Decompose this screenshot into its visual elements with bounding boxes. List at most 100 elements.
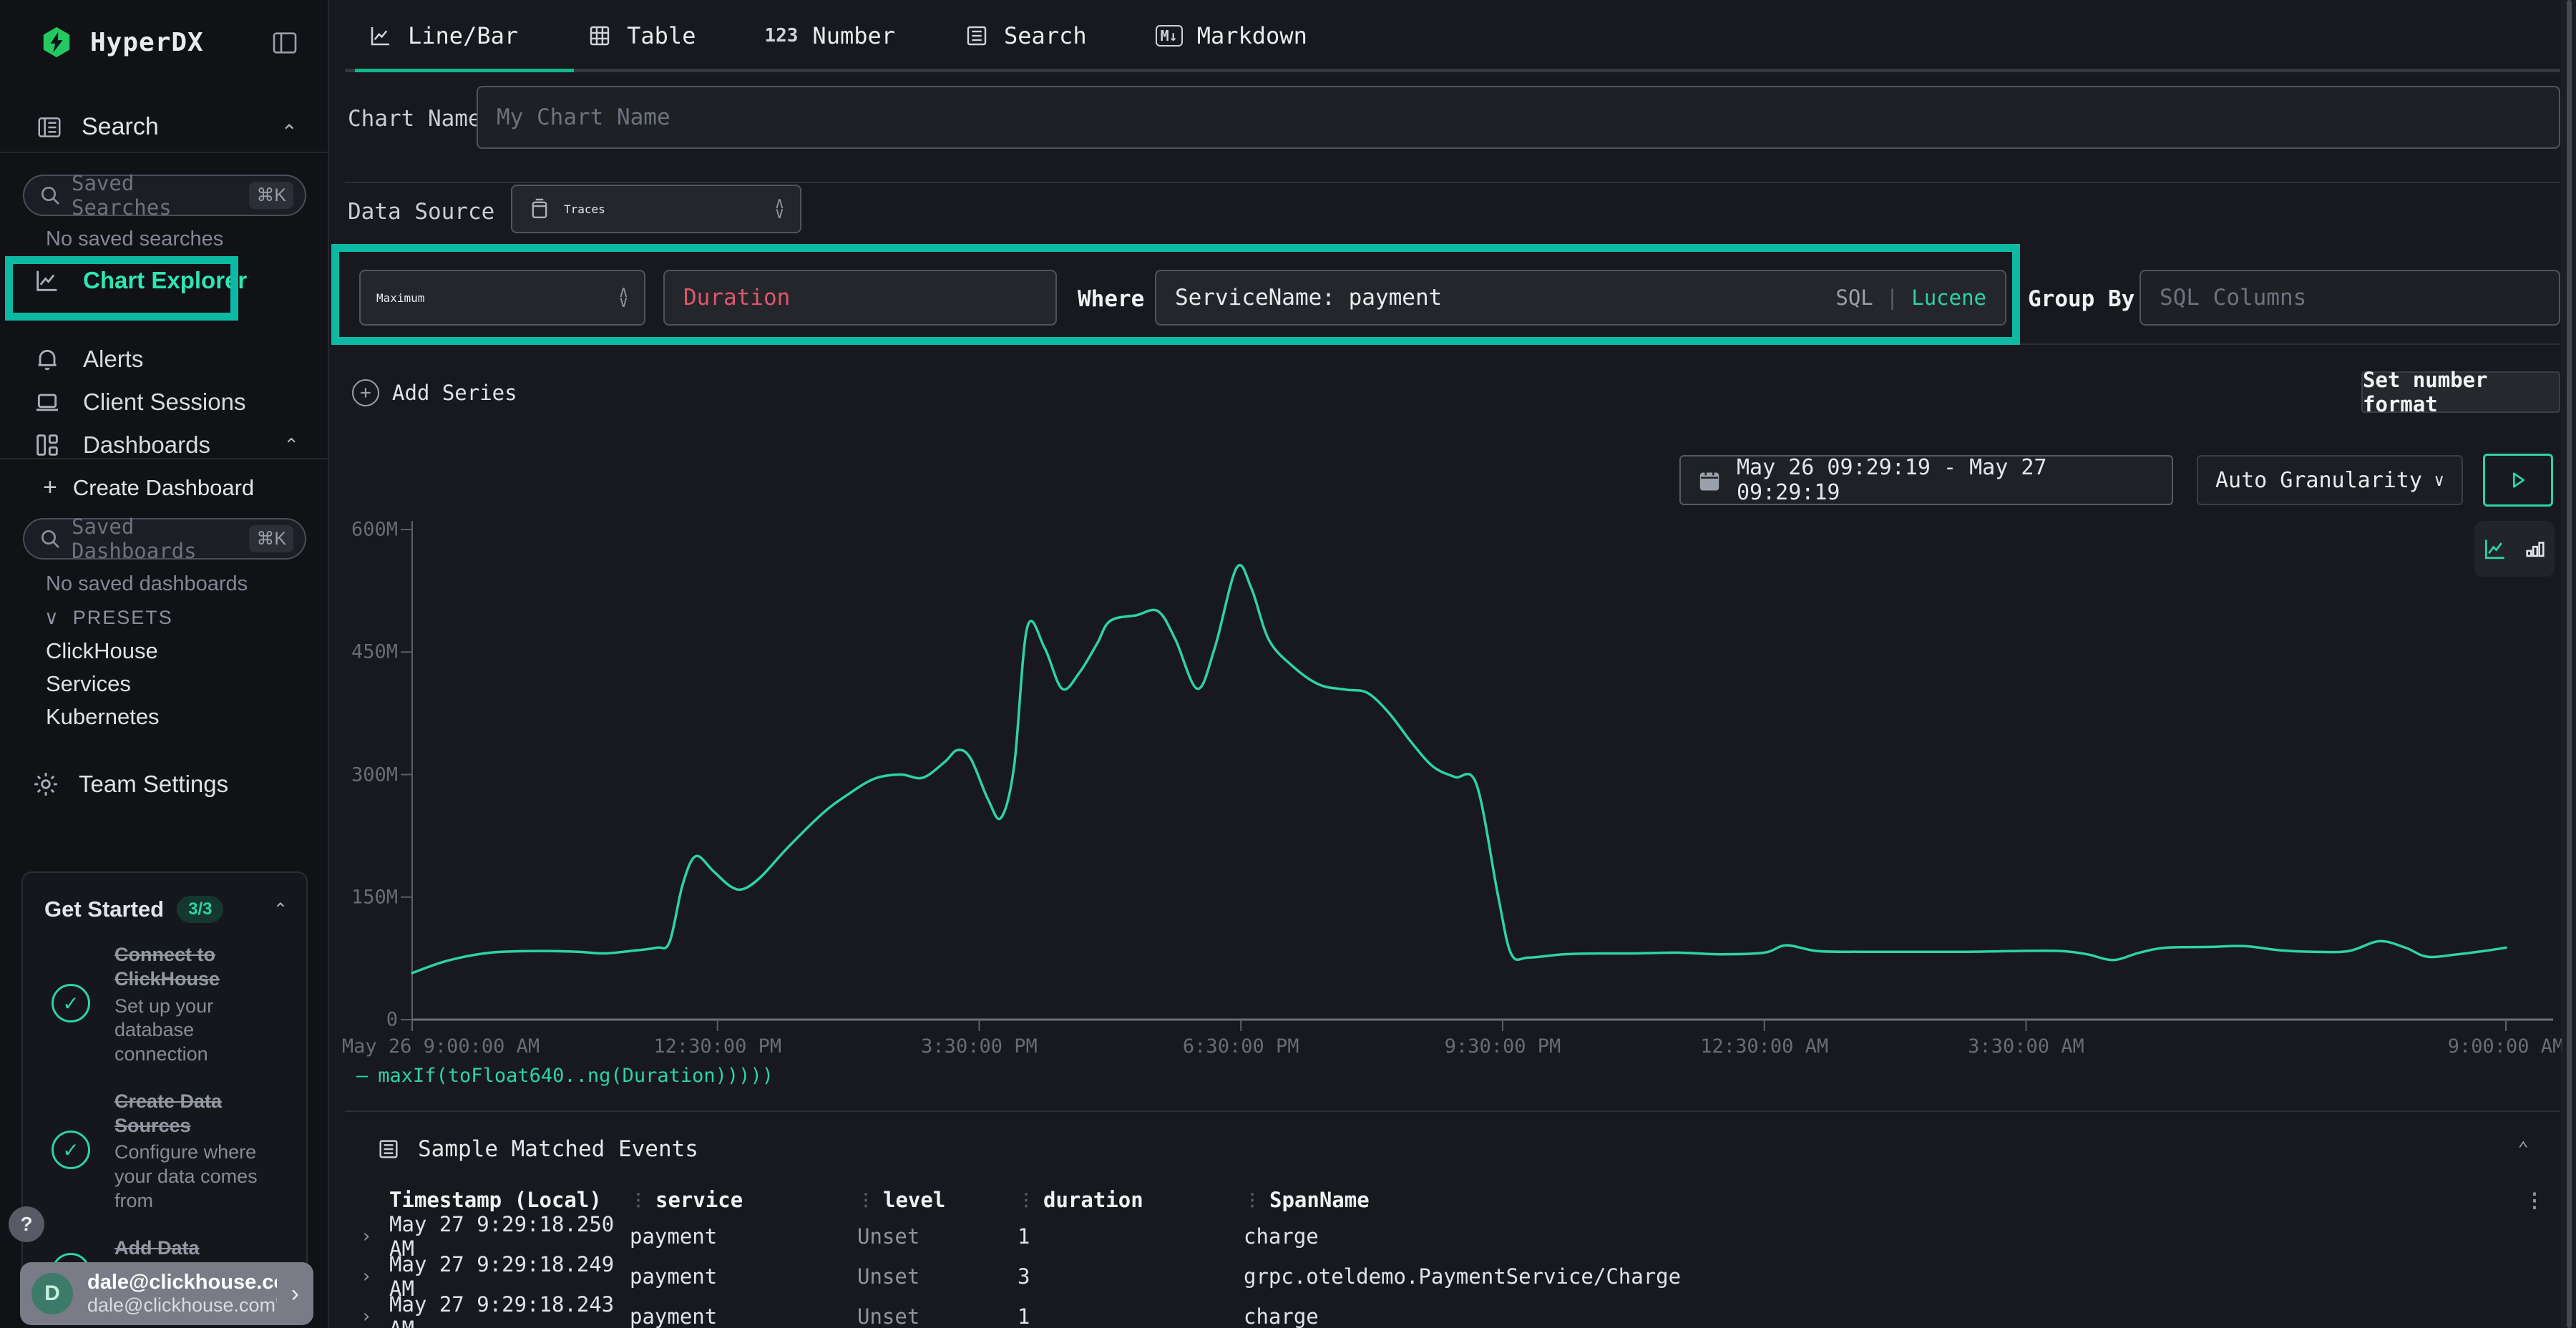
task-subtitle: Set up your database connection <box>114 995 289 1067</box>
create-dashboard-button[interactable]: + Create Dashboard <box>43 474 254 502</box>
sidebar-item-alerts[interactable]: Alerts <box>0 338 329 381</box>
aggregation-select[interactable]: Maximum ∧∨ <box>359 270 645 326</box>
preset-kubernetes[interactable]: Kubernetes <box>46 704 160 730</box>
get-started-task[interactable]: ✓Create Data SourcesConfigure where your… <box>23 1077 306 1224</box>
cell-spanname: charge <box>1244 1224 2524 1249</box>
preset-clickhouse[interactable]: ClickHouse <box>46 638 158 664</box>
lucene-mode-button[interactable]: Lucene <box>1911 285 1986 310</box>
tab-markdown[interactable]: M↓Markdown <box>1156 22 1307 49</box>
row-expand-chevron-icon[interactable]: › <box>345 1266 389 1287</box>
x-tick-label: 12:30:00 AM <box>1700 1035 1828 1058</box>
divider <box>2019 343 2560 345</box>
x-tick-label: 3:30:00 AM <box>1968 1035 2084 1058</box>
chart-legend: — maxIf(toFloat640..ng(Duration))))) <box>356 1065 774 1087</box>
row-expand-chevron-icon[interactable]: › <box>345 1306 389 1327</box>
chevron-down-icon: ∨ <box>44 607 60 629</box>
shortcut-badge: ⌘K <box>249 525 293 552</box>
sidebar-item-chart-explorer[interactable]: Chart Explorer <box>0 259 329 302</box>
column-header-label: Timestamp (Local) <box>389 1188 602 1212</box>
sidebar-section-search[interactable]: Search <box>36 113 159 141</box>
search-collapse-chevron-icon[interactable]: ⌃ <box>281 120 298 144</box>
tab-number[interactable]: 123Number <box>764 22 895 49</box>
select-chevrons-icon: ∧∨ <box>775 199 784 218</box>
group-by-input[interactable]: SQL Columns <box>2140 270 2560 326</box>
saved-searches-input[interactable]: Saved Searches ⌘K <box>23 175 306 216</box>
task-title: Create Data Sources <box>114 1090 289 1138</box>
task-title: Add Data <box>114 1236 289 1261</box>
set-number-format-button[interactable]: Set number format <box>2361 371 2560 413</box>
help-button[interactable]: ? <box>9 1206 44 1242</box>
chevron-up-icon: ⌃ <box>283 434 299 456</box>
column-drag-handle-icon: ⋮ <box>1244 1190 1259 1210</box>
avatar: D <box>31 1273 73 1314</box>
app-title: HyperDX <box>90 28 204 57</box>
brand[interactable]: HyperDX <box>40 26 204 59</box>
table-row[interactable]: ›May 27 9:29:18.250 AMpaymentUnset1charg… <box>345 1212 2560 1252</box>
legend-label: maxIf(toFloat640..ng(Duration))))) <box>378 1065 774 1087</box>
column-header-duration[interactable]: ⋮duration <box>1018 1188 1244 1212</box>
sample-events-title: Sample Matched Events <box>418 1136 698 1162</box>
123-icon: 123 <box>764 25 798 47</box>
cell-timestamp-local-: May 27 9:29:18.243 AM <box>389 1292 630 1328</box>
collapse-panel-icon[interactable]: ⌃ <box>2517 1138 2529 1160</box>
saved-dashboards-input[interactable]: Saved Dashboards ⌘K <box>23 518 306 560</box>
table-row[interactable]: ›May 27 9:29:18.249 AMpaymentUnset3grpc.… <box>345 1252 2560 1292</box>
column-header-label: SpanName <box>1269 1188 1370 1212</box>
markdown-icon: M↓ <box>1156 25 1183 47</box>
saved-dashboards-placeholder: Saved Dashboards <box>72 514 239 563</box>
page-scrollbar[interactable] <box>2562 0 2576 1328</box>
tab-search[interactable]: Search <box>964 22 1087 49</box>
tabs-underline-track <box>345 69 2560 72</box>
chart-name-label: Chart Name <box>348 106 482 132</box>
team-settings-label: Team Settings <box>79 771 228 798</box>
column-header-level[interactable]: ⋮level <box>857 1188 1018 1212</box>
sql-mode-button[interactable]: SQL <box>1835 285 1873 310</box>
cell-service: payment <box>630 1264 857 1289</box>
timeseries-chart[interactable]: 0150M300M450M600M May 26 9:00:00 AM12:30… <box>331 444 2576 1088</box>
magnifier-icon <box>39 527 62 550</box>
traces-source-icon <box>528 197 551 221</box>
sidebar-item-client-sessions[interactable]: Client Sessions <box>0 381 329 424</box>
column-drag-handle-icon: ⋮ <box>857 1190 873 1210</box>
column-menu-icon[interactable]: ⋮ <box>2524 1188 2560 1212</box>
list-icon <box>376 1137 401 1161</box>
row-expand-chevron-icon[interactable]: › <box>345 1226 389 1247</box>
column-header-spanname[interactable]: ⋮ SpanName <box>1244 1188 2524 1212</box>
user-menu[interactable]: D dale@clickhouse.com dale@clickhouse.co… <box>20 1262 313 1325</box>
chart-name-placeholder: My Chart Name <box>497 104 670 130</box>
column-header-label: duration <box>1043 1188 1143 1212</box>
tab-line-bar[interactable]: Line/Bar <box>368 22 518 49</box>
data-source-select[interactable]: Traces ∧∨ <box>511 185 801 233</box>
sample-events-panel: Sample Matched Events ⌃ Timestamp (Local… <box>345 1110 2560 1328</box>
tab-table[interactable]: Table <box>587 22 696 49</box>
cell-level: Unset <box>857 1304 1018 1328</box>
add-series-button[interactable]: + Add Series <box>352 379 517 406</box>
get-started-collapse-icon[interactable]: ⌃ <box>273 899 288 920</box>
x-tick-label: 12:30:00 PM <box>653 1035 781 1058</box>
magnifier-icon <box>39 184 62 207</box>
column-header-service[interactable]: ⋮service <box>630 1188 857 1212</box>
get-started-title: Get Started <box>44 897 164 922</box>
tab-label: Table <box>627 22 696 49</box>
where-input[interactable]: ServiceName: payment SQL | Lucene <box>1155 270 2006 326</box>
sidebar-item-dashboards[interactable]: Dashboards⌃ <box>0 424 329 467</box>
y-tick-label: 600M <box>333 519 398 541</box>
presets-toggle[interactable]: ∨ PRESETS <box>44 607 173 629</box>
table-row[interactable]: ›May 27 9:29:18.243 AMpaymentUnset1charg… <box>345 1292 2560 1328</box>
column-header-timestamp-local-[interactable]: Timestamp (Local) <box>389 1188 630 1212</box>
cell-spanname: charge <box>1244 1304 2524 1328</box>
team-settings-button[interactable]: Team Settings <box>31 770 228 799</box>
divider <box>345 182 2560 183</box>
sidebar-collapse-icon[interactable] <box>270 29 299 57</box>
field-input[interactable]: Duration <box>663 270 1057 326</box>
hyperdx-app: HyperDX Search ⌃ Saved Searches ⌘K No sa… <box>0 0 2576 1328</box>
chart-name-input[interactable]: My Chart Name <box>477 86 2560 149</box>
legend-swatch: — <box>356 1065 368 1087</box>
get-started-task[interactable]: ✓Connect to ClickHouseSet up your databa… <box>23 930 306 1077</box>
sidebar-item-label: Alerts <box>83 346 143 373</box>
table-icon <box>587 23 613 49</box>
preset-services[interactable]: Services <box>46 671 131 697</box>
scrollbar-thumb[interactable] <box>2567 0 2572 1328</box>
no-saved-dashboards-text: No saved dashboards <box>46 572 248 596</box>
check-circle-icon: ✓ <box>52 1131 90 1169</box>
